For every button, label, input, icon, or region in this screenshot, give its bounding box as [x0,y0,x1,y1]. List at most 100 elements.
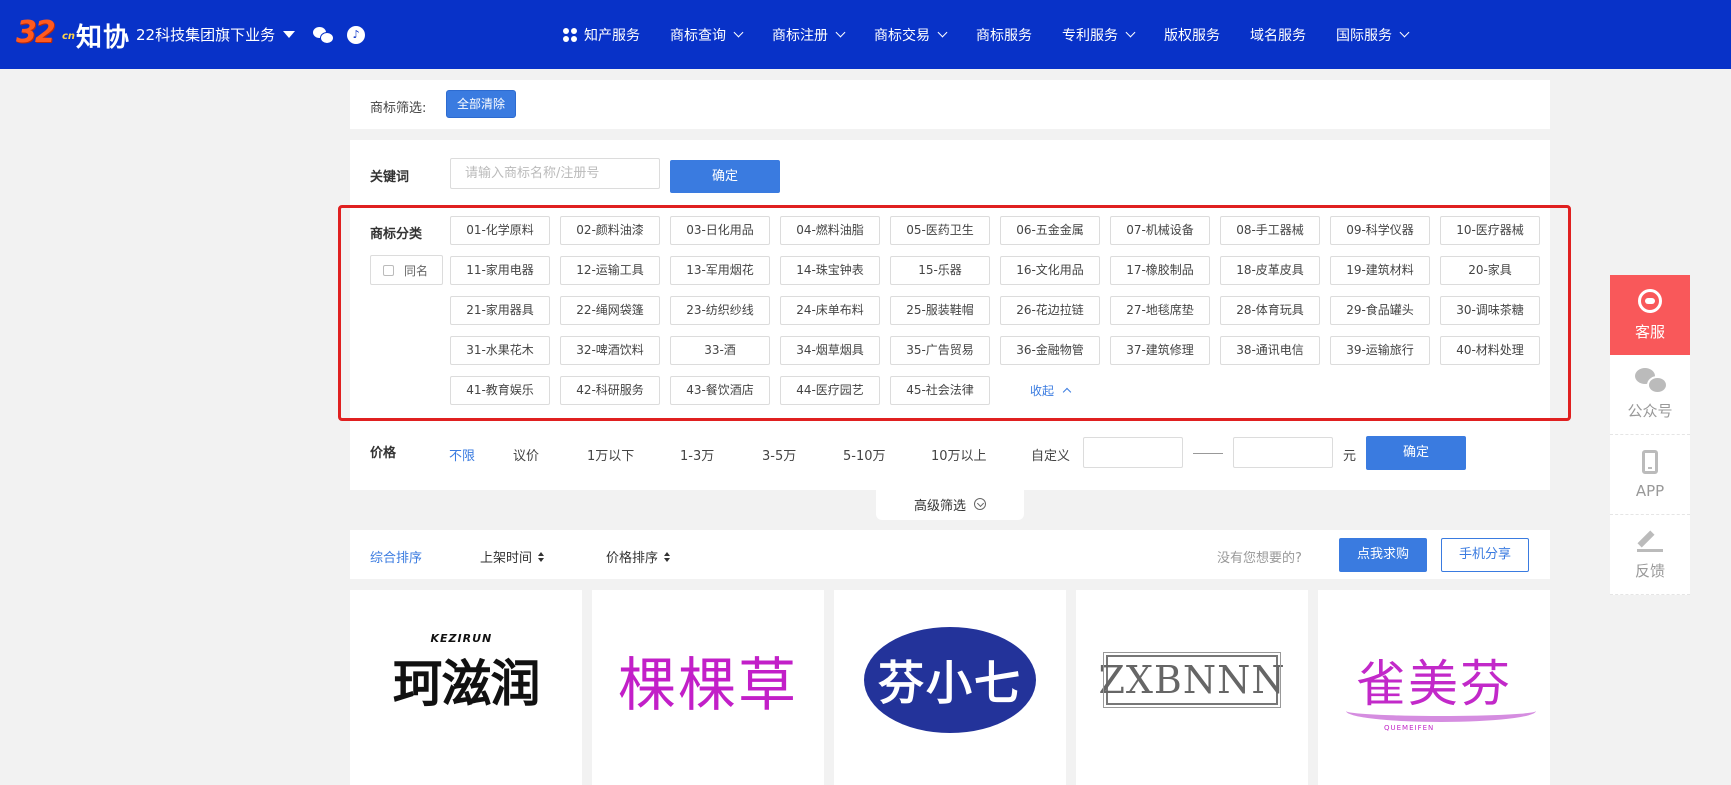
mobile-share-button[interactable]: 手机分享 [1441,538,1529,572]
price-option-under-10k[interactable]: 1万以下 [587,445,634,464]
nav-label: 国际服务 [1336,27,1392,44]
category-item[interactable]: 45-社会法律 [890,376,990,405]
category-item[interactable]: 11-家用电器 [450,256,550,285]
category-item[interactable]: 35-广告贸易 [890,336,990,365]
filter-label: 商标筛选: [370,101,427,116]
category-item[interactable]: 15-乐器 [890,256,990,285]
category-item[interactable]: 01-化学原料 [450,216,550,245]
category-item[interactable]: 29-食品罐头 [1330,296,1430,325]
nav-label: 版权服务 [1164,27,1220,44]
trademark-card[interactable]: ZXBNNN [1076,590,1308,785]
category-item[interactable]: 06-五金金属 [1000,216,1100,245]
same-name-checkbox[interactable]: 同名 [370,255,443,285]
category-item[interactable]: 20-家具 [1440,256,1540,285]
price-option-30k-50k[interactable]: 3-5万 [762,445,796,464]
category-item[interactable]: 14-珠宝钟表 [780,256,880,285]
category-item[interactable]: 22-绳网袋篷 [560,296,660,325]
category-item[interactable]: 13-军用烟花 [670,256,770,285]
category-item[interactable]: 10-医疗器械 [1440,216,1540,245]
category-item[interactable]: 08-手工器械 [1220,216,1320,245]
request-buy-button[interactable]: 点我求购 [1339,538,1427,572]
nav-item-trademark-trade[interactable]: 商标交易 [874,25,948,45]
trademark-card[interactable]: 雀美芬 QUEMEIFEN [1318,590,1550,785]
nav-item-trademark-service[interactable]: 商标服务 [976,25,1032,45]
category-item[interactable]: 27-地毯席垫 [1110,296,1210,325]
category-item[interactable]: 02-颜料油漆 [560,216,660,245]
nav-label: 商标服务 [976,27,1032,44]
keyword-label: 关键词 [370,170,410,185]
app-button[interactable]: APP [1610,435,1690,515]
nav-item-domain-service[interactable]: 域名服务 [1250,25,1306,45]
nav-item-trademark-query[interactable]: 商标查询 [670,25,744,45]
trademark-logo: 棵棵草 [592,620,824,740]
category-item[interactable]: 38-通讯电信 [1220,336,1320,365]
category-item[interactable]: 28-体育玩具 [1220,296,1320,325]
category-item[interactable]: 21-家用器具 [450,296,550,325]
category-item[interactable]: 04-燃料油脂 [780,216,880,245]
clear-all-button[interactable]: 全部清除 [446,90,516,118]
official-account-button[interactable]: 公众号 [1610,355,1690,435]
price-confirm-button[interactable]: 确定 [1366,436,1466,470]
nav-item-copyright-service[interactable]: 版权服务 [1164,25,1220,45]
keyword-input[interactable] [450,158,660,189]
advanced-filter-toggle[interactable]: 高级筛选 [876,488,1024,520]
trademark-logo: 芬小七 [834,620,1066,740]
price-option-10k-30k[interactable]: 1-3万 [680,445,714,464]
category-item[interactable]: 39-运输旅行 [1330,336,1430,365]
trademark-card[interactable]: 芬小七 [834,590,1066,785]
price-max-input[interactable] [1233,437,1333,468]
group-business-menu[interactable]: 22科技集团旗下业务 ♪ [136,24,366,45]
trademark-logo: 雀美芬 QUEMEIFEN [1318,620,1550,740]
category-item[interactable]: 37-建筑修理 [1110,336,1210,365]
sort-bar: 综合排序 上架时间 价格排序 没有您想要的? 点我求购 手机分享 [350,530,1550,579]
collapse-button[interactable]: 收起 [1000,376,1100,405]
category-item[interactable]: 09-科学仪器 [1330,216,1430,245]
sort-comprehensive[interactable]: 综合排序 [370,547,422,566]
category-item[interactable]: 25-服装鞋帽 [890,296,990,325]
category-item[interactable]: 36-金融物管 [1000,336,1100,365]
category-item[interactable]: 03-日化用品 [670,216,770,245]
price-option-over-100k[interactable]: 10万以上 [931,445,987,464]
category-item[interactable]: 19-建筑材料 [1330,256,1430,285]
sort-listing-time[interactable]: 上架时间 [480,547,545,566]
price-option-50k-100k[interactable]: 5-10万 [843,445,886,464]
category-item[interactable]: 32-啤酒饮料 [560,336,660,365]
category-item[interactable]: 12-运输工具 [560,256,660,285]
category-item[interactable]: 42-科研服务 [560,376,660,405]
site-logo[interactable]: 32 cn 知协 [16,15,130,54]
category-item[interactable]: 43-餐饮酒店 [670,376,770,405]
sort-price[interactable]: 价格排序 [606,547,671,566]
category-item[interactable]: 31-水果花木 [450,336,550,365]
nav-item-patent-service[interactable]: 专利服务 [1062,25,1136,45]
keyword-confirm-button[interactable]: 确定 [670,160,780,193]
price-min-input[interactable] [1083,437,1183,468]
chevron-down-icon [1125,27,1136,38]
category-item[interactable]: 41-教育娱乐 [450,376,550,405]
category-item[interactable]: 23-纺织纱线 [670,296,770,325]
category-item[interactable]: 34-烟草烟具 [780,336,880,365]
feedback-button[interactable]: 反馈 [1610,515,1690,595]
headset-icon [1638,288,1662,313]
trademark-sub: QUEMEIFEN [1384,724,1435,732]
nav-item-international-service[interactable]: 国际服务 [1336,25,1410,45]
wechat-icon[interactable] [313,26,335,44]
category-item[interactable]: 17-橡胶制品 [1110,256,1210,285]
category-item[interactable]: 26-花边拉链 [1000,296,1100,325]
category-item[interactable]: 18-皮革皮具 [1220,256,1320,285]
category-item[interactable]: 30-调味茶糖 [1440,296,1540,325]
tiktok-icon[interactable]: ♪ [347,25,366,44]
customer-service-button[interactable]: 客服 [1610,275,1690,355]
category-item[interactable]: 40-材料处理 [1440,336,1540,365]
nav-item-trademark-register[interactable]: 商标注册 [772,25,846,45]
trademark-card[interactable]: 棵棵草 [592,590,824,785]
category-item[interactable]: 05-医药卫生 [890,216,990,245]
category-item[interactable]: 24-床单布料 [780,296,880,325]
nav-item-ip-service[interactable]: 知产服务 [563,25,640,45]
category-item[interactable]: 44-医疗园艺 [780,376,880,405]
trademark-card[interactable]: KEZIRUN 珂滋润 [350,590,582,785]
category-item[interactable]: 07-机械设备 [1110,216,1210,245]
category-item[interactable]: 33-酒 [670,336,770,365]
category-item[interactable]: 16-文化用品 [1000,256,1100,285]
price-option-any[interactable]: 不限 [449,445,475,464]
price-option-negotiable[interactable]: 议价 [513,445,539,464]
